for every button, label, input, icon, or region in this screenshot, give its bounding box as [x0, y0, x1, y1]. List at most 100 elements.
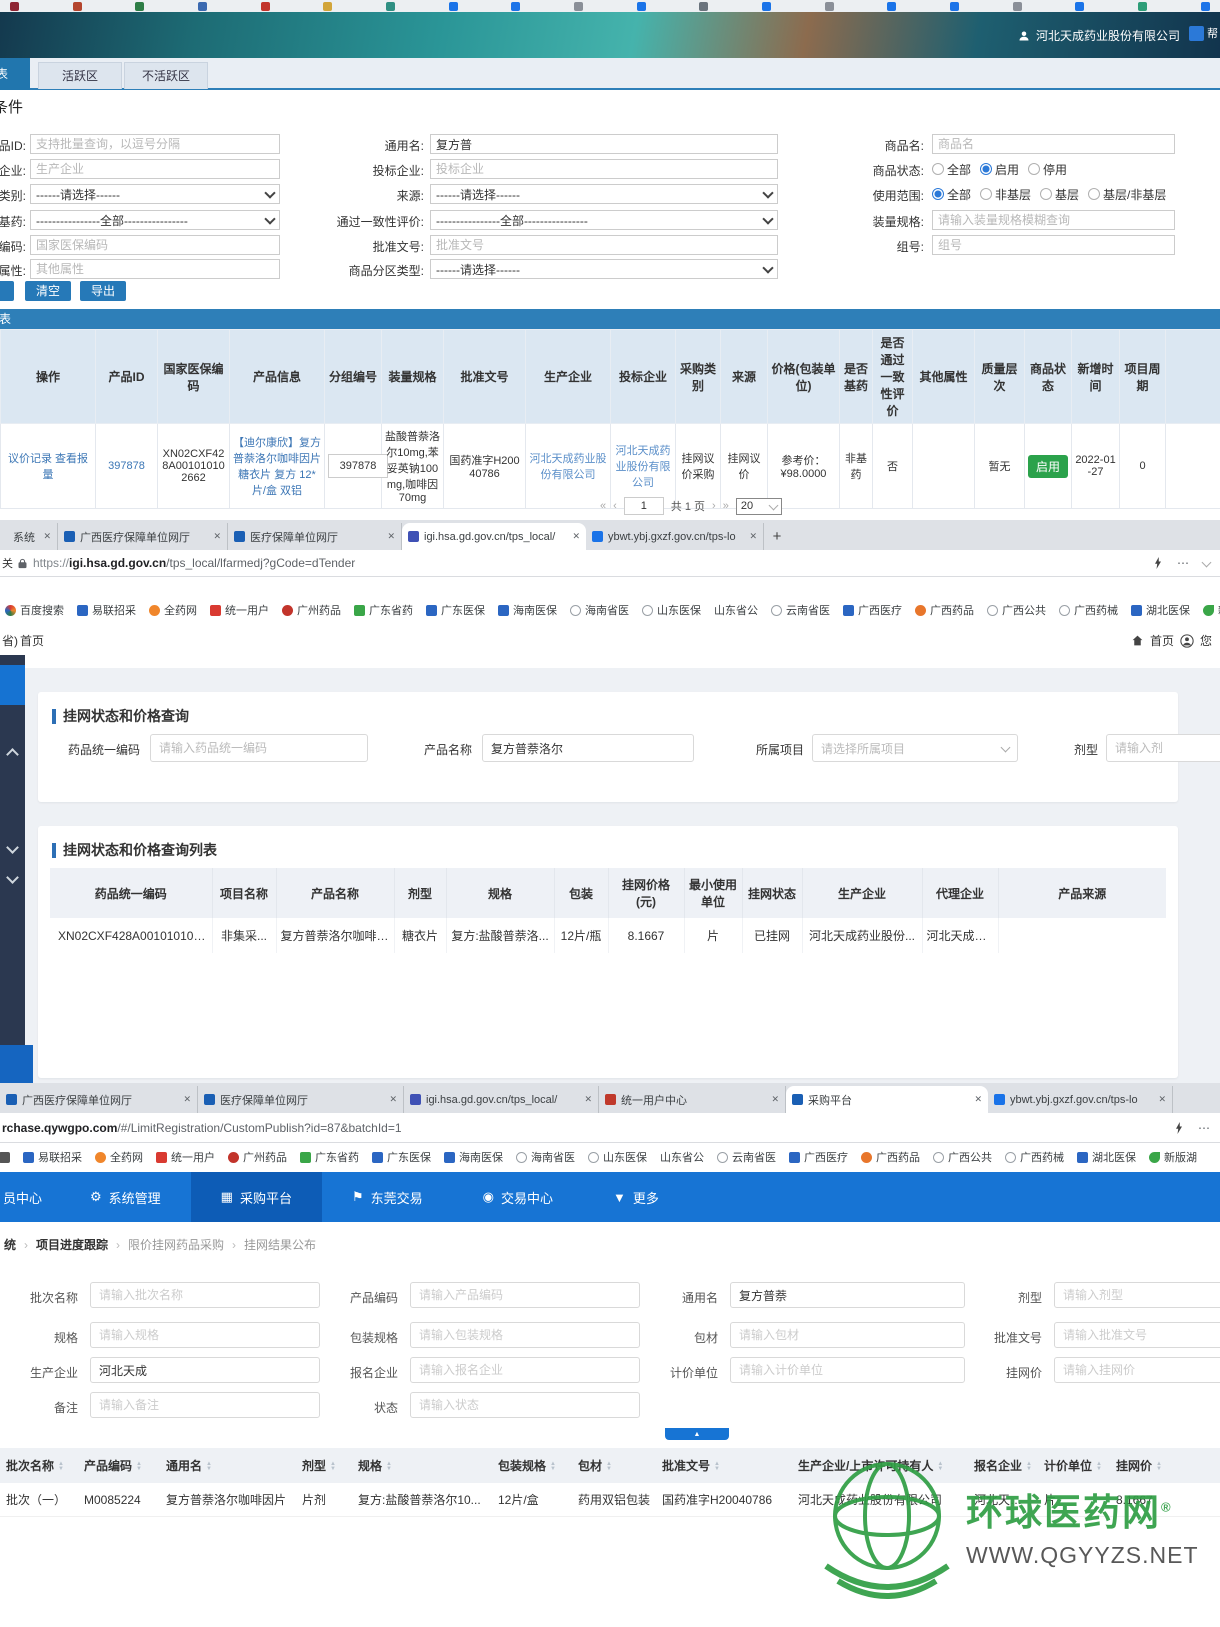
column-header[interactable]: 生产企业 — [802, 868, 922, 918]
bookmark-item[interactable]: 统一用户 — [210, 602, 269, 618]
radio-option[interactable]: 基层 — [1040, 186, 1079, 203]
column-header[interactable]: 代理企业 — [922, 868, 998, 918]
trade-name-input[interactable] — [932, 134, 1175, 154]
column-header[interactable]: 产品信息 — [230, 330, 325, 424]
chevron-down-icon[interactable] — [6, 841, 19, 854]
favicon-icon[interactable] — [699, 2, 708, 11]
more-icon[interactable] — [1177, 556, 1189, 570]
price-unit-input[interactable] — [730, 1357, 965, 1383]
favicon-icon[interactable] — [1013, 2, 1022, 11]
close-icon[interactable] — [389, 1094, 397, 1105]
product-id-cell[interactable]: 397878 — [108, 460, 145, 472]
bookmark-item[interactable]: 湖北医保 — [1077, 1149, 1136, 1165]
column-header[interactable]: 项目周期 — [1120, 330, 1166, 424]
favicon-icon[interactable] — [511, 2, 520, 11]
bookmark-item[interactable]: 海南省医 — [516, 1149, 575, 1165]
favicon-icon[interactable] — [198, 2, 207, 11]
browser-tab[interactable]: 医疗保障单位网厅 — [198, 1086, 404, 1113]
browser-tab[interactable]: 广西医疗保障单位网厅 — [58, 523, 228, 550]
favicon-icon[interactable] — [637, 2, 646, 11]
column-header[interactable]: 生产企业/上市许可持有人 — [792, 1448, 968, 1483]
consistency-select[interactable]: ----------------全部---------------- — [430, 210, 778, 230]
favicon-icon[interactable] — [1138, 2, 1147, 11]
batch-name-input[interactable] — [90, 1282, 320, 1308]
bookmark-item[interactable]: 易联招采 — [23, 1149, 82, 1165]
collapse-button[interactable] — [665, 1428, 729, 1440]
listed-price-input[interactable] — [1054, 1357, 1220, 1383]
other-attr-input[interactable] — [30, 259, 280, 279]
column-header[interactable]: 产品来源 — [998, 868, 1166, 918]
column-header[interactable]: 生产企业 — [526, 330, 611, 424]
favicon-icon[interactable] — [449, 2, 458, 11]
column-header[interactable]: 规格 — [446, 868, 554, 918]
tab-active-zone[interactable]: 活跃区 — [38, 62, 122, 89]
tab-inactive-zone[interactable]: 不活跃区 — [124, 62, 208, 89]
member-center-nav-partial[interactable]: 员中心 — [0, 1188, 60, 1207]
browser3-urlbar[interactable]: rchase.qywgpo.com/#/LimitRegistration/Cu… — [0, 1113, 1220, 1143]
basic-drug-select[interactable]: ----------------全部---------------- — [30, 210, 280, 230]
column-header[interactable]: 最小使用单位 — [684, 868, 742, 918]
chevron-down-icon[interactable] — [1202, 557, 1212, 567]
column-header[interactable]: 操作 — [1, 330, 96, 424]
manufacturer-input[interactable] — [90, 1357, 320, 1383]
bookmark-item[interactable]: 新版湖 — [1149, 1149, 1197, 1165]
bookmark-item[interactable]: 山东医保 — [588, 1149, 647, 1165]
bookmark-item[interactable]: 广州药品 — [282, 602, 341, 618]
group-no-cell[interactable]: 397878 — [328, 454, 388, 478]
sort-icon[interactable] — [330, 1462, 336, 1472]
column-header[interactable]: 挂网状态 — [742, 868, 802, 918]
column-header[interactable]: 挂网价 — [1110, 1448, 1220, 1483]
column-header[interactable]: 是否通过一致性评价 — [873, 330, 913, 424]
favicon-icon[interactable] — [1201, 2, 1210, 11]
bookmark-item[interactable]: 海南省医 — [570, 602, 629, 618]
radio-option[interactable]: 非基层 — [980, 186, 1031, 203]
browser-tab[interactable]: ybwt.ybj.gxzf.gov.cn/tps-lo — [586, 523, 764, 550]
close-icon[interactable] — [183, 1094, 191, 1105]
bookmark-item[interactable]: 统一用户 — [156, 1149, 215, 1165]
chevron-down-icon[interactable] — [6, 871, 19, 884]
tab-list-active[interactable]: 列表 — [0, 58, 30, 90]
close-icon[interactable] — [974, 1094, 982, 1105]
dosage-form-input[interactable] — [1106, 734, 1220, 762]
column-header[interactable]: 产品编码 — [78, 1448, 160, 1483]
column-header[interactable]: 批准文号 — [656, 1448, 792, 1483]
favicon-icon[interactable] — [135, 2, 144, 11]
prev-page-icon[interactable]: ‹ — [613, 500, 617, 512]
clear-button[interactable]: 清空 — [25, 281, 71, 301]
pack-material-input[interactable] — [730, 1322, 965, 1348]
browser-tab[interactable]: 采购平台 — [786, 1086, 988, 1113]
radio-option[interactable]: 基层/非基层 — [1088, 186, 1166, 203]
close-icon[interactable] — [387, 531, 395, 542]
bookmark-item[interactable]: 广西药品 — [861, 1149, 920, 1165]
bookmark-item[interactable]: 广东省药 — [300, 1149, 359, 1165]
column-header[interactable]: 包材 — [572, 1448, 656, 1483]
source-select[interactable]: ------请选择------ — [430, 184, 778, 204]
bolt-icon[interactable] — [1174, 1122, 1184, 1134]
group-no-input[interactable] — [932, 235, 1175, 255]
bookmark-item[interactable]: 广西药品 — [915, 602, 974, 618]
bookmark-item[interactable]: 广东省药 — [354, 602, 413, 618]
breadcrumb-item[interactable]: 统 — [4, 1236, 28, 1253]
radio-option[interactable]: 全部 — [932, 161, 971, 178]
bookmark-item[interactable]: 海南医保 — [444, 1149, 503, 1165]
bookmark-item[interactable]: 广州药品 — [228, 1149, 287, 1165]
negotiation-record-link[interactable]: 议价记录 — [8, 453, 52, 465]
column-header[interactable]: 质量层次 — [975, 330, 1025, 424]
generic-name-input[interactable] — [430, 134, 778, 154]
breadcrumb-item[interactable]: 项目进度跟踪 — [36, 1236, 120, 1253]
column-header[interactable]: 剂型 — [296, 1448, 352, 1483]
manufacturer-input[interactable] — [30, 159, 280, 179]
favicon-icon[interactable] — [73, 2, 82, 11]
favicon-icon[interactable] — [825, 2, 834, 11]
sort-icon[interactable] — [58, 1462, 64, 1472]
bookmark-item[interactable]: 广西医疗 — [843, 602, 902, 618]
dosage-form-input[interactable] — [1054, 1282, 1220, 1308]
close-icon[interactable] — [572, 531, 580, 542]
sort-icon[interactable] — [714, 1462, 720, 1472]
breadcrumb-item[interactable]: 限价挂网药品采购 — [128, 1236, 236, 1253]
column-header[interactable]: 价格(包装单位) — [768, 330, 840, 424]
home-breadcrumb[interactable]: 首页 — [20, 632, 44, 649]
column-header[interactable]: 包装规格 — [492, 1448, 572, 1483]
sort-icon[interactable] — [1026, 1462, 1032, 1472]
home-icon[interactable] — [1131, 634, 1144, 647]
